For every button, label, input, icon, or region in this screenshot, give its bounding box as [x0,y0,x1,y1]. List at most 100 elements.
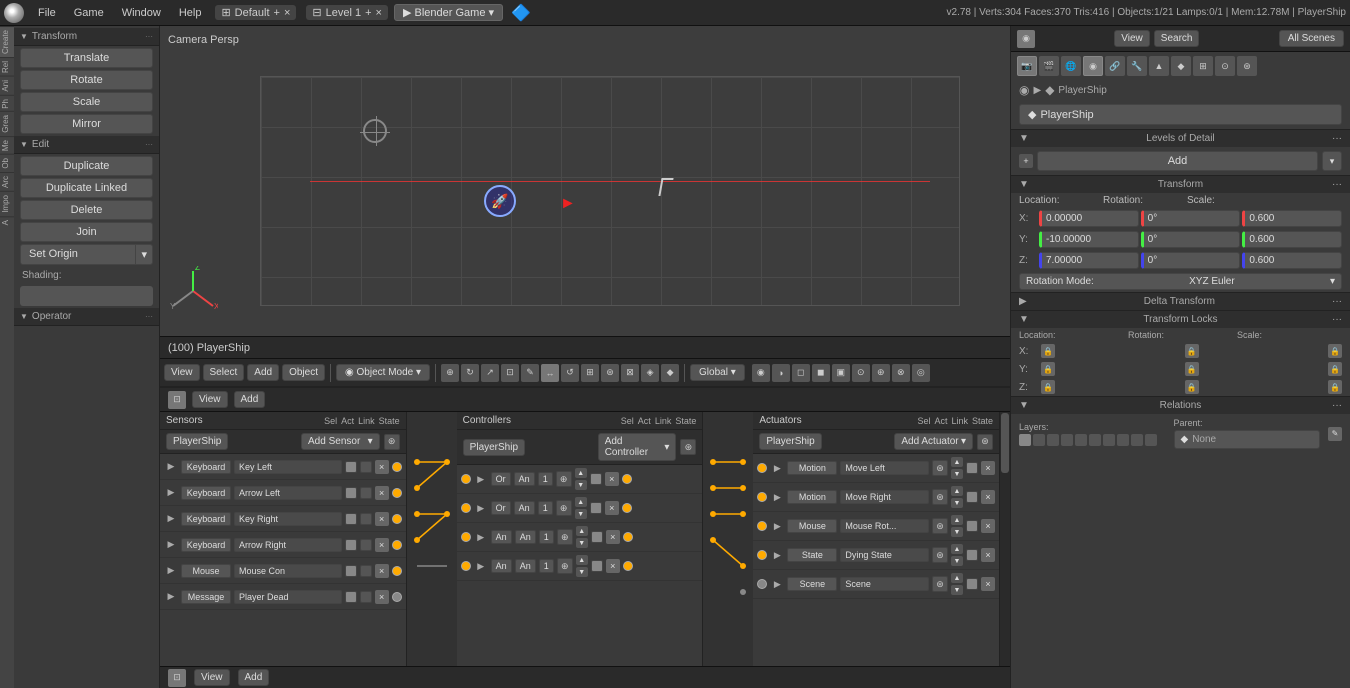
logic-scrollbar-thumb[interactable] [1001,413,1009,473]
sensor-check-2[interactable] [345,513,357,525]
ctrl-type1-3[interactable]: An [491,559,512,573]
sensor-name-0[interactable]: Key Left [234,460,342,474]
sensor-x-3[interactable]: × [375,538,389,552]
tool-icon-9[interactable]: ◈ [641,364,659,382]
act-up-3[interactable]: ▲ [951,544,963,554]
controllers-filter-icon[interactable]: ⊛ [680,439,696,455]
operator-section-options[interactable]: ··· [145,312,153,321]
sensor-expand-0[interactable]: ▶ [164,461,178,472]
viewport-render-icon[interactable]: ◉ [752,364,770,382]
tool-icon-rotate[interactable]: ↺ [561,364,579,382]
ctrl-check-2[interactable] [591,531,603,543]
act-icon-2[interactable]: ⊛ [932,518,948,534]
rotate-button[interactable]: Rotate [20,70,153,90]
act-expand-2[interactable]: ▶ [770,521,784,532]
layer-btn-2[interactable] [1047,434,1059,446]
tool-icon-4[interactable]: ⊡ [501,364,519,382]
viewport-textured-icon[interactable]: ▣ [832,364,850,382]
act-check-0[interactable] [966,462,978,474]
ctrl-type1-2[interactable]: An [491,530,512,544]
ctrl-type2-1[interactable]: An [514,501,535,515]
ctrl-x-0[interactable]: × [605,472,619,486]
layer-btn-6[interactable] [1103,434,1115,446]
ctrl-down-3[interactable]: ▼ [576,567,588,577]
locks-options-icon[interactable]: ··· [1332,314,1342,325]
rotation-mode-field[interactable]: Rotation Mode: XYZ Euler ▾ [1019,273,1342,290]
act-up-4[interactable]: ▲ [951,573,963,583]
act-x-0[interactable]: × [981,461,995,475]
lod-add-icon[interactable]: + [1019,154,1033,168]
ctrl-down-2[interactable]: ▼ [576,538,588,548]
controllers-object-selector[interactable]: PlayerShip [463,439,525,456]
side-tab-misc2[interactable]: A [0,216,14,228]
ctrl-x-1[interactable]: × [605,501,619,515]
act-icon-4[interactable]: ⊛ [932,576,948,592]
sensor-x-0[interactable]: × [375,460,389,474]
act-in-port-4[interactable] [757,579,767,589]
shading-control[interactable] [20,286,153,306]
sensor-x-2[interactable]: × [375,512,389,526]
layer-btn-3[interactable] [1061,434,1073,446]
location-x-field[interactable]: 0.00000 [1039,210,1139,227]
transform-section-options[interactable]: ··· [145,32,153,41]
right-view-button[interactable]: View [1114,30,1150,47]
act-up-0[interactable]: ▲ [951,457,963,467]
sensor-check-3[interactable] [345,539,357,551]
ctrl-x-3[interactable]: × [606,559,620,573]
actuators-object-selector[interactable]: PlayerShip [759,433,821,450]
mirror-button[interactable]: Mirror [20,114,153,134]
sensors-scroll[interactable]: ▶ Keyboard Key Left × ▶ Keyboard Arrow L… [160,454,406,666]
ctrl-up-2[interactable]: ▲ [576,526,588,536]
engine-selector[interactable]: ▶ Blender Game ▾ [394,4,503,21]
tool-icon-move[interactable]: ↔ [541,364,559,382]
ctrl-check-3[interactable] [591,560,603,572]
layer-btn-5[interactable] [1089,434,1101,446]
set-origin-button[interactable]: Set Origin [20,244,136,265]
tool-icon-1[interactable]: ⊕ [441,364,459,382]
sensors-object-selector[interactable]: PlayerShip [166,433,228,450]
ctrl-icon-3[interactable]: ⊕ [557,558,573,574]
ctrl-icon-2[interactable]: ⊕ [557,529,573,545]
ctrl-type1-1[interactable]: Or [491,501,511,515]
act-check-3[interactable] [966,549,978,561]
lock-rotation-z[interactable]: 🔒 [1185,380,1199,394]
tool-icon-7[interactable]: ⊛ [601,364,619,382]
act-name-3[interactable]: Dying State [840,548,929,562]
ctrl-up-0[interactable]: ▲ [575,468,587,478]
logic-view-button[interactable]: View [192,391,228,408]
view-menu-button[interactable]: View [164,364,200,381]
ctrl-expand-3[interactable]: ▶ [474,561,488,572]
sensor-port-3[interactable] [392,540,402,550]
act-name-0[interactable]: Move Left [840,461,929,475]
workspace-selector[interactable]: ⊞ Default + × [215,5,296,20]
parent-lock-icon[interactable]: ✎ [1328,427,1342,441]
menu-help[interactable]: Help [171,5,210,21]
lock-scale-z[interactable]: 🔒 [1328,380,1342,394]
sensor-x-5[interactable]: × [375,590,389,604]
ctrl-type2-3[interactable]: An [515,559,536,573]
layer-btn-9[interactable] [1145,434,1157,446]
scale-button[interactable]: Scale [20,92,153,112]
ctrl-out-port-2[interactable] [623,532,633,542]
right-search-button[interactable]: Search [1154,30,1200,47]
sensor-name-1[interactable]: Arrow Left [234,486,342,500]
side-tab-import[interactable]: Impo [0,191,14,216]
controllers-scroll[interactable]: ▶ Or An 1 ⊕ ▲ ▼ × [457,465,703,666]
side-tab-relations[interactable]: Rel [0,57,14,76]
act-icon-0[interactable]: ⊛ [932,460,948,476]
act-name-1[interactable]: Move Right [840,490,929,504]
sensor-name-2[interactable]: Key Right [234,512,342,526]
ctrl-check-0[interactable] [590,473,602,485]
ctrl-up-1[interactable]: ▲ [575,497,587,507]
delete-button[interactable]: Delete [20,200,153,220]
act-icon-1[interactable]: ⊛ [932,489,948,505]
right-panel-scroll[interactable]: ▼ Levels of Detail ··· + Add ▾ ▼ Transfo… [1011,129,1350,688]
side-tab-object[interactable]: Ob [0,154,14,172]
ctrl-in-port-1[interactable] [461,503,471,513]
sensor-check-42[interactable] [360,565,372,577]
sensor-check-0[interactable] [345,461,357,473]
ctrl-icon-1[interactable]: ⊕ [556,500,572,516]
side-tab-arc[interactable]: Arc [0,172,14,191]
rotation-z-field[interactable]: 0° [1141,252,1241,269]
edit-section-options[interactable]: ··· [145,140,153,149]
